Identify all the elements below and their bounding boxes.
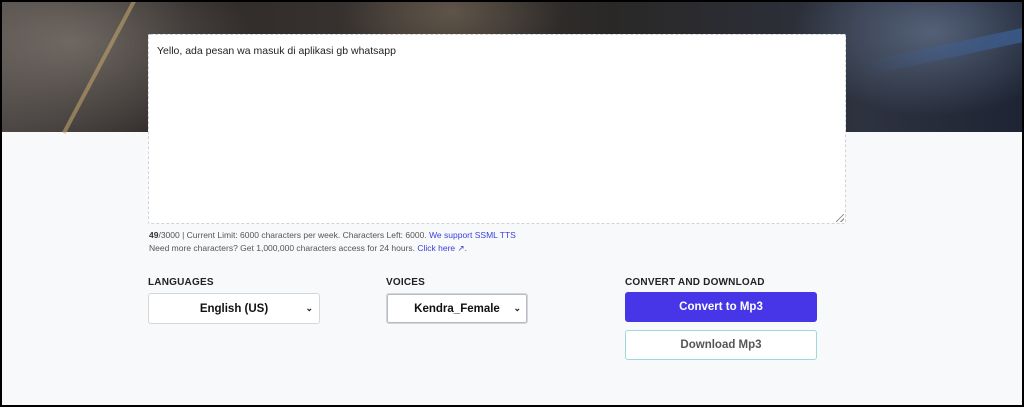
voices-label: VOICES: [386, 277, 425, 288]
download-mp3-button[interactable]: Download Mp3: [625, 330, 817, 360]
convert-to-mp3-button[interactable]: Convert to Mp3: [625, 292, 817, 322]
language-select[interactable]: English (US) ⌄: [148, 293, 320, 324]
page: Yello, ada pesan wa masuk di aplikasi gb…: [2, 2, 1022, 405]
convert-download-label: CONVERT AND DOWNLOAD: [625, 277, 765, 288]
character-count-info: 49/3000 | Current Limit: 6000 characters…: [149, 230, 516, 240]
character-limit-text: /3000 | Current Limit: 6000 characters p…: [158, 230, 427, 240]
chevron-down-icon: ⌄: [305, 303, 313, 313]
hero-decoration: [862, 22, 1022, 76]
click-here-link[interactable]: Click here ↗.: [417, 243, 467, 253]
language-select-value: English (US): [199, 302, 269, 315]
ssml-support-link[interactable]: We support SSML TTS: [429, 230, 516, 240]
upgrade-info: Need more characters? Get 1,000,000 char…: [149, 243, 467, 254]
resize-handle-icon[interactable]: [836, 214, 844, 222]
text-input-area[interactable]: Yello, ada pesan wa masuk di aplikasi gb…: [148, 34, 846, 224]
languages-label: LANGUAGES: [148, 277, 214, 288]
text-input-value: Yello, ada pesan wa masuk di aplikasi gb…: [157, 45, 396, 57]
chevron-down-icon: ⌄: [513, 303, 521, 313]
hero-decoration: [62, 2, 136, 135]
upgrade-text: Need more characters? Get 1,000,000 char…: [149, 243, 415, 253]
voice-select-value: Kendra_Female: [414, 302, 500, 315]
voice-select[interactable]: Kendra_Female ⌄: [386, 293, 528, 324]
